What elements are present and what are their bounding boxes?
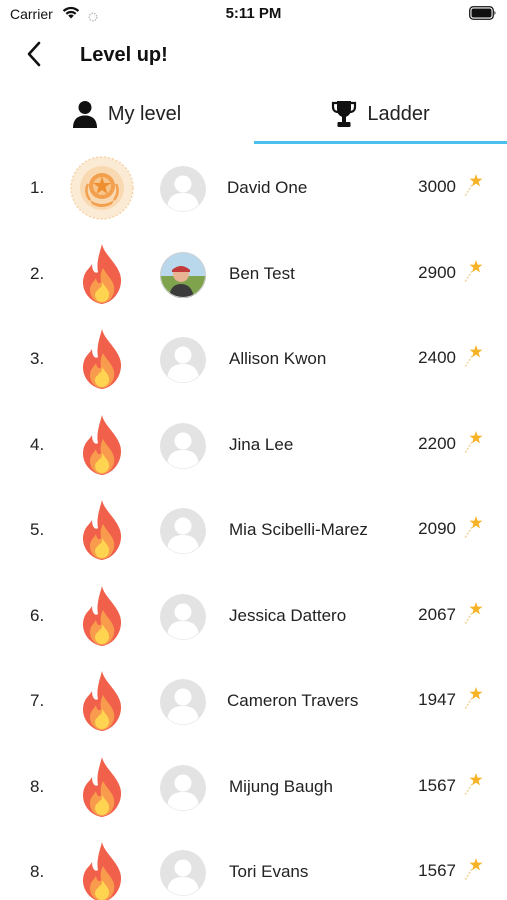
selected-tab-indicator — [254, 141, 507, 144]
default-avatar-icon — [160, 679, 206, 725]
user-photo — [160, 251, 206, 298]
user-name: Jessica Dattero — [229, 605, 347, 625]
tab-ladder-label: Ladder — [367, 103, 430, 125]
star-wand-icon — [462, 856, 486, 882]
user-name: Ben Test — [229, 263, 295, 283]
default-avatar-icon — [160, 166, 206, 212]
rank-label: 3. — [30, 349, 45, 368]
rank-label: 8. — [30, 776, 45, 796]
star-wand-icon — [462, 258, 486, 284]
flame-icon — [70, 413, 134, 477]
star-wand-icon — [462, 514, 486, 540]
list-item[interactable]: 7. Cameron Travers 1947 — [0, 659, 507, 745]
list-item[interactable]: 4. Jina Lee 2200 — [0, 403, 507, 489]
star-wand-icon — [462, 771, 486, 797]
star-wand-icon — [462, 429, 486, 455]
person-icon — [72, 100, 98, 128]
star-wand-icon — [462, 343, 486, 369]
trophy-icon — [331, 100, 357, 128]
list-item[interactable]: 6. Jessica Dattero 2067 — [0, 574, 507, 660]
default-avatar-icon — [160, 850, 206, 896]
default-avatar-icon — [160, 764, 206, 811]
user-name: Jina Lee — [229, 434, 294, 454]
list-item[interactable]: 1. David One 3000 — [0, 146, 507, 232]
ladder-list[interactable]: 1. David One 3000 2. Ben Test 2900 3. Al… — [0, 146, 507, 900]
star-wand-icon — [462, 600, 486, 626]
default-avatar-icon — [160, 593, 206, 640]
points-value: 3000 — [418, 177, 456, 196]
points-value: 1567 — [418, 861, 456, 880]
flame-icon — [70, 327, 134, 391]
points-value: 2200 — [418, 433, 456, 453]
rank-label: 1. — [30, 178, 45, 197]
tab-bar: My level Ladder — [0, 94, 507, 146]
flame-icon — [70, 669, 134, 733]
points-value: 2900 — [418, 262, 456, 282]
list-item[interactable]: 2. Ben Test 2900 — [0, 232, 507, 318]
tab-ladder[interactable]: Ladder — [254, 94, 507, 146]
rank-label: 2. — [30, 263, 45, 283]
user-name: Mijung Baugh — [229, 776, 333, 796]
user-name: David One — [227, 178, 308, 197]
user-name: Tori Evans — [229, 862, 309, 881]
points-value: 2067 — [418, 604, 456, 624]
sun-medal-icon — [70, 156, 134, 220]
back-button[interactable] — [18, 40, 50, 72]
flame-icon — [70, 584, 134, 648]
list-item[interactable]: 3. Allison Kwon 2400 — [0, 317, 507, 403]
points-value: 2400 — [418, 348, 456, 367]
list-item[interactable]: 8. Tori Evans 1567 — [0, 830, 507, 900]
user-name: Mia Scibelli-Marez — [229, 520, 368, 539]
rank-label: 6. — [30, 605, 45, 625]
page-title: Level up! — [80, 44, 168, 66]
battery-icon — [469, 6, 497, 25]
status-time: 5:11 PM — [225, 5, 282, 22]
default-avatar-icon — [160, 422, 206, 469]
points-value: 1947 — [418, 690, 456, 709]
nav-bar: Level up! — [0, 36, 507, 76]
star-wand-icon — [462, 685, 486, 711]
rank-label: 4. — [30, 434, 45, 454]
points-value: 1567 — [418, 775, 456, 795]
tab-my-level-label: My level — [107, 103, 182, 125]
points-value: 2090 — [418, 519, 456, 538]
tab-my-level[interactable]: My level — [0, 94, 253, 146]
rank-label: 7. — [30, 691, 45, 710]
user-name: Allison Kwon — [229, 349, 327, 368]
user-name: Cameron Travers — [227, 691, 359, 710]
rank-label: 8. — [30, 862, 45, 881]
flame-icon — [70, 242, 134, 306]
star-wand-icon — [462, 172, 486, 198]
flame-icon — [70, 498, 134, 562]
flame-icon — [70, 755, 134, 819]
rank-label: 5. — [30, 520, 45, 539]
flame-icon — [70, 840, 134, 900]
status-bar: Carrier 5:11 PM — [0, 0, 507, 28]
default-avatar-icon — [160, 508, 206, 554]
default-avatar-icon — [160, 337, 206, 383]
list-item[interactable]: 5. Mia Scibelli-Marez 2090 — [0, 488, 507, 574]
chevron-left-icon — [26, 41, 42, 72]
list-item[interactable]: 8. Mijung Baugh 1567 — [0, 745, 507, 831]
